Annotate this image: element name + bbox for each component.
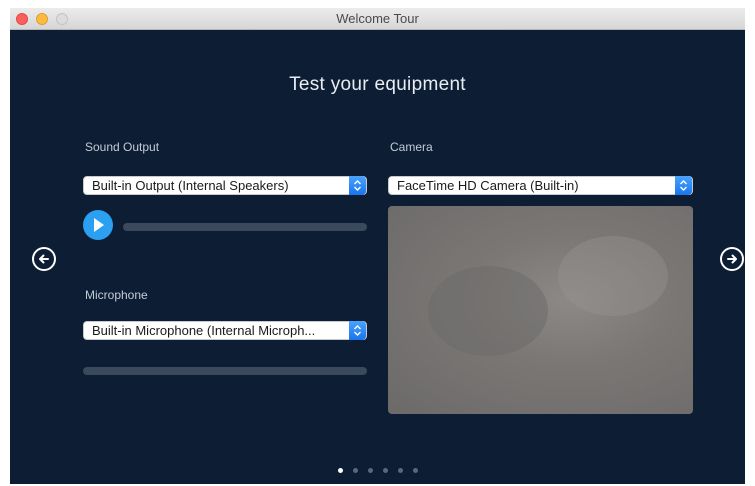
sound-output-label: Sound Output: [85, 140, 160, 154]
microphone-select[interactable]: Built-in Microphone (Internal Microph...: [83, 321, 367, 340]
page-heading: Test your equipment: [289, 74, 466, 95]
tour-content: Test your equipment Sound Output Built-i…: [10, 30, 745, 484]
previous-page-button[interactable]: [32, 247, 56, 271]
chevron-updown-icon: [349, 176, 366, 195]
microphone-value: Built-in Microphone (Internal Microph...: [92, 323, 316, 338]
pagination-dot[interactable]: [367, 468, 373, 473]
microphone-level-meter: [83, 367, 367, 375]
pagination-dot[interactable]: [397, 468, 403, 473]
camera-preview: [388, 206, 693, 414]
camera-select[interactable]: FaceTime HD Camera (Built-in): [388, 176, 693, 195]
next-page-button[interactable]: [720, 247, 744, 271]
pagination-dots: [10, 468, 745, 476]
chevron-updown-icon: [349, 321, 366, 340]
arrow-left-circle-icon: [39, 254, 49, 264]
play-test-sound-button[interactable]: [83, 210, 113, 240]
arrow-right-circle-icon: [727, 254, 737, 264]
camera-label: Camera: [390, 140, 433, 154]
window-title: Welcome Tour: [336, 11, 419, 26]
output-level-meter: [123, 223, 367, 231]
sound-output-value: Built-in Output (Internal Speakers): [92, 178, 289, 193]
welcome-tour-window: Welcome Tour Test your equipment Sound O…: [10, 8, 745, 484]
play-icon: [94, 218, 104, 232]
title-bar[interactable]: Welcome Tour: [10, 8, 745, 30]
sound-output-select[interactable]: Built-in Output (Internal Speakers): [83, 176, 367, 195]
pagination-dot[interactable]: [412, 468, 418, 473]
camera-value: FaceTime HD Camera (Built-in): [397, 178, 579, 193]
pagination-dot[interactable]: [337, 468, 343, 473]
chevron-updown-icon: [675, 176, 692, 195]
pagination-dot[interactable]: [352, 468, 358, 473]
microphone-label: Microphone: [85, 288, 148, 302]
pagination-dot[interactable]: [382, 468, 388, 473]
